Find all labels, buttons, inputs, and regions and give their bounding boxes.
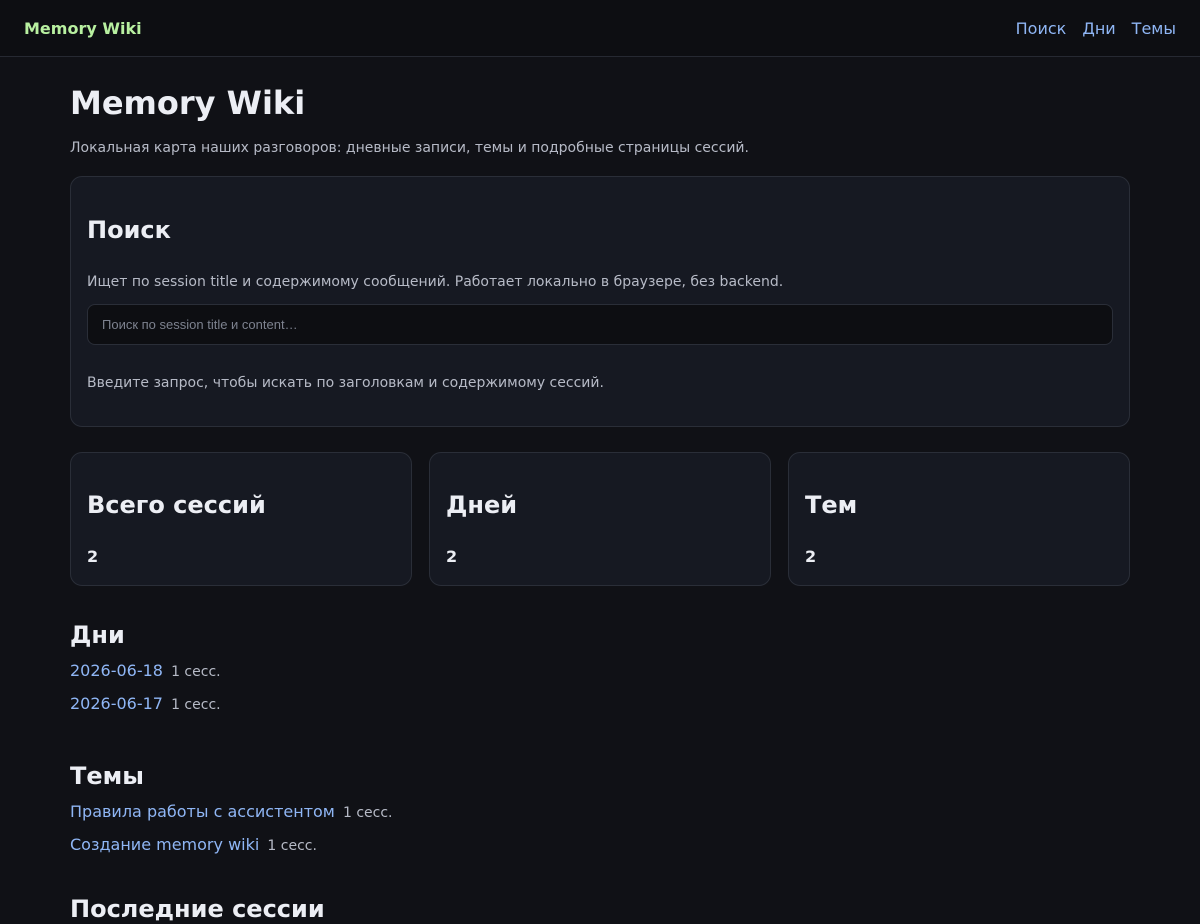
top-nav: Поиск Дни Темы [1016,19,1176,38]
stat-card-sessions: Всего сессий 2 [70,452,412,586]
days-section-title: Дни [70,621,125,649]
search-hint: Введите запрос, чтобы искать по заголовк… [87,375,604,391]
session-count: 1 сесс. [171,664,221,680]
stats-row: Всего сессий 2 Дней 2 Тем 2 [70,452,1130,586]
top-navbar: Memory Wiki Поиск Дни Темы [0,0,1200,57]
search-card: Поиск Ищет по session title и содержимом… [70,176,1130,427]
list-item: 2026-06-17 1 сесс. [70,694,1130,727]
session-count: 1 сесс. [267,838,317,854]
session-count: 1 сесс. [171,697,221,713]
list-item: Создание memory wiki 1 сесс. [70,835,1130,868]
page-lead: Локальная карта наших разговоров: дневны… [70,140,749,156]
topic-link[interactable]: Создание memory wiki [70,835,259,854]
search-input[interactable] [87,304,1113,345]
main-content: Memory Wiki Локальная карта наших разгов… [70,57,1130,924]
topic-link[interactable]: Правила работы с ассистентом [70,802,335,821]
day-link[interactable]: 2026-06-18 [70,661,163,680]
topics-section-title: Темы [70,762,144,790]
day-link[interactable]: 2026-06-17 [70,694,163,713]
session-count: 1 сесс. [342,805,393,821]
list-item: Правила работы с ассистентом 1 сесс. [70,802,1130,835]
stat-label: Тем [805,491,858,519]
search-description: Ищет по session title и содержимому сооб… [87,274,784,290]
days-list: 2026-06-18 1 сесс. 2026-06-17 1 сесс. [70,661,1130,727]
stat-card-days: Дней 2 [429,452,771,586]
brand-link[interactable]: Memory Wiki [24,19,142,38]
nav-link-topics[interactable]: Темы [1132,19,1176,38]
page-title: Memory Wiki [70,84,306,122]
list-item: 2026-06-18 1 сесс. [70,661,1130,694]
nav-link-days[interactable]: Дни [1082,19,1115,38]
stat-label: Всего сессий [87,491,266,519]
stat-card-topics: Тем 2 [788,452,1130,586]
nav-link-search[interactable]: Поиск [1016,19,1067,38]
topics-list: Правила работы с ассистентом 1 сесс. Соз… [70,802,1130,868]
stat-value: 2 [805,547,817,566]
search-title: Поиск [87,216,171,244]
stat-value: 2 [87,547,99,566]
stat-value: 2 [446,547,458,566]
recent-sessions-title: Последние сессии [70,895,325,923]
stat-label: Дней [446,491,518,519]
